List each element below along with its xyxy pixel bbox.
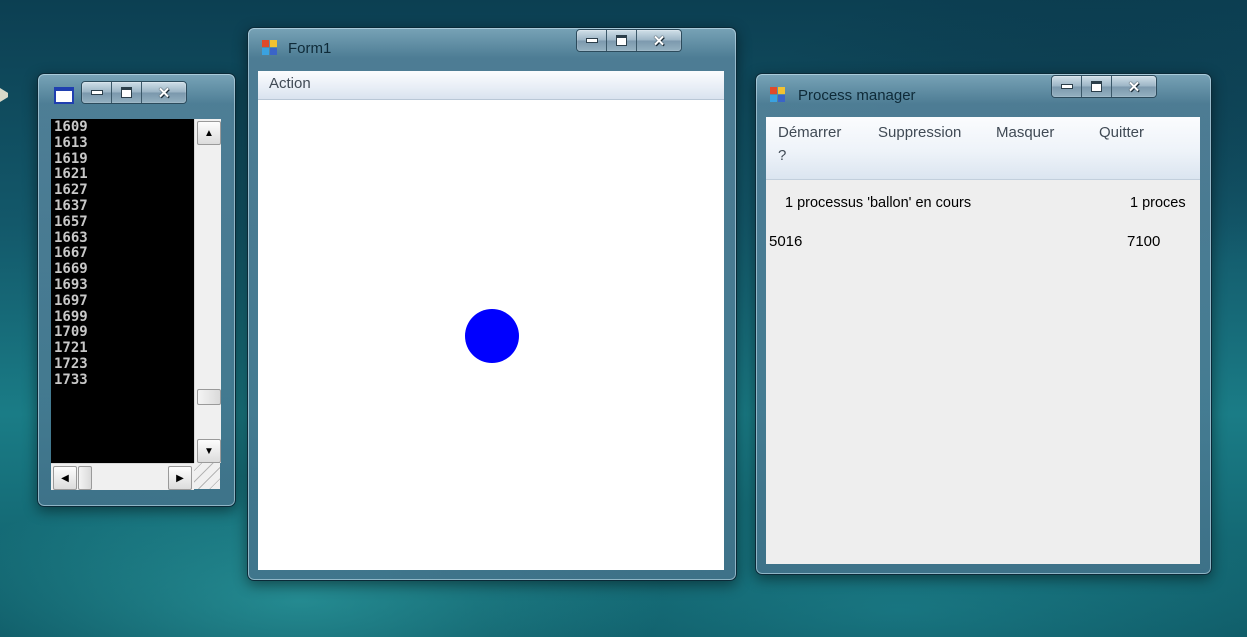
- console-line: 1657: [54, 213, 88, 230]
- scroll-down-button[interactable]: ▼: [197, 439, 221, 463]
- process-manager-menubar: Démarrer Suppression Masquer Quitter ?: [766, 117, 1200, 180]
- scroll-left-button[interactable]: ◀: [53, 466, 77, 490]
- console-lines: 1609 1613 1619 1621 1627 1637 1657 1663 1667 1669…: [54, 119, 88, 389]
- status-label-right: 1 proces: [1130, 195, 1186, 211]
- form1-maximize-button[interactable]: [607, 30, 637, 51]
- form1-caption-buttons: ✕: [576, 29, 682, 52]
- pm-maximize-button[interactable]: [1082, 76, 1112, 97]
- pid-label-left: 5016: [769, 233, 803, 250]
- console-horizontal-scrollbar[interactable]: ◀ ▶: [51, 463, 194, 490]
- form1-canvas: [258, 100, 724, 570]
- console-line: 1637: [54, 197, 88, 214]
- process-manager-app-icon: [770, 87, 786, 103]
- arrow-right-icon: ▶: [176, 472, 184, 484]
- horizontal-scroll-thumb[interactable]: [78, 466, 92, 490]
- console-vertical-scrollbar[interactable]: ▲ ▼: [194, 119, 221, 463]
- menu-quitter[interactable]: Quitter: [1099, 124, 1144, 141]
- console-line: 1619: [54, 150, 88, 167]
- menu-help[interactable]: ?: [778, 147, 786, 164]
- resize-grip[interactable]: [194, 463, 220, 489]
- maximize-icon: [1091, 81, 1102, 92]
- console-window[interactable]: ✕ 1609 1613 1619 1621 1627 1637 1657 1663 1667 16…: [37, 73, 236, 507]
- console-line: 1663: [54, 229, 88, 246]
- console-line: 1697: [54, 292, 88, 309]
- console-line: 1667: [54, 245, 88, 262]
- minimize-icon: [585, 38, 598, 43]
- process-manager-title: Process manager: [798, 87, 916, 104]
- scroll-thumb[interactable]: [197, 389, 221, 405]
- console-close-button[interactable]: ✕: [142, 82, 186, 103]
- scroll-up-button[interactable]: ▲: [197, 121, 221, 145]
- close-icon: ✕: [652, 32, 666, 50]
- close-icon: ✕: [1127, 78, 1141, 96]
- console-line: 1699: [54, 308, 88, 325]
- menu-demarrer[interactable]: Démarrer: [778, 124, 841, 141]
- console-line: 1723: [54, 355, 88, 372]
- close-icon: ✕: [157, 84, 171, 102]
- process-manager-client: 1 processus 'ballon' en cours 1 proces 5…: [766, 180, 1200, 564]
- console-line: 1709: [54, 324, 88, 341]
- maximize-icon: [616, 35, 627, 46]
- pm-close-button[interactable]: ✕: [1112, 76, 1156, 97]
- ball: [465, 309, 519, 363]
- scroll-right-button[interactable]: ▶: [168, 466, 192, 490]
- menu-suppression[interactable]: Suppression: [878, 124, 961, 141]
- minimize-icon: [1060, 84, 1073, 89]
- menu-masquer[interactable]: Masquer: [996, 124, 1054, 141]
- console-line: 1669: [54, 261, 88, 278]
- console-line: 1733: [54, 371, 88, 388]
- console-line: 1693: [54, 276, 88, 293]
- form1-title: Form1: [288, 40, 332, 57]
- arrow-down-icon: ▼: [204, 445, 214, 457]
- status-label-ballon: 1 processus 'ballon' en cours: [785, 195, 972, 211]
- pid-label-right: 7100: [1127, 233, 1161, 250]
- console-caption-buttons: ✕: [81, 81, 187, 104]
- process-manager-caption-buttons: ✕: [1051, 75, 1157, 98]
- console-output[interactable]: 1609 1613 1619 1621 1627 1637 1657 1663 1667 1669…: [51, 119, 194, 463]
- process-manager-window[interactable]: Process manager ✕ Démarrer Suppression M…: [755, 73, 1212, 575]
- console-line: 1621: [54, 166, 88, 183]
- menu-action[interactable]: Action: [269, 75, 311, 92]
- minimize-icon: [90, 90, 103, 95]
- console-app-icon: [54, 87, 74, 104]
- pm-minimize-button[interactable]: [1052, 76, 1082, 97]
- console-maximize-button[interactable]: [112, 82, 142, 103]
- form1-menubar: Action: [258, 71, 724, 100]
- console-line: 1609: [54, 119, 88, 135]
- console-minimize-button[interactable]: [82, 82, 112, 103]
- arrow-up-icon: ▲: [204, 127, 214, 139]
- console-line: 1613: [54, 134, 88, 151]
- console-line: 1627: [54, 182, 88, 199]
- arrow-left-icon: ◀: [61, 472, 69, 484]
- console-line: 1721: [54, 340, 88, 357]
- maximize-icon: [121, 87, 132, 98]
- form1-minimize-button[interactable]: [577, 30, 607, 51]
- form1-window[interactable]: Form1 ✕ Action: [247, 27, 737, 581]
- form1-close-button[interactable]: ✕: [637, 30, 681, 51]
- form-app-icon: [262, 40, 278, 56]
